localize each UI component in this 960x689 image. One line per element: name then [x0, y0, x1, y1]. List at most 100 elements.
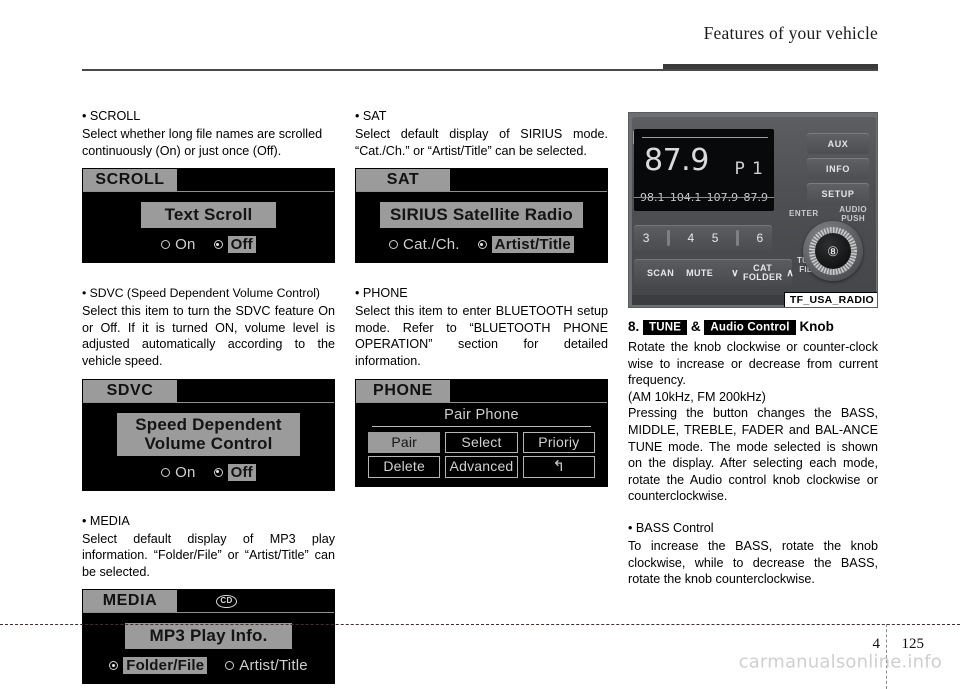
radio-dot-selected-icon	[109, 661, 119, 671]
media-options: Folder/File Artist/Title	[107, 657, 310, 675]
radio-setup-button[interactable]: SETUP	[807, 183, 869, 204]
mp3-play-info-button[interactable]: MP3 Play Info.	[125, 623, 292, 650]
sat-option-artist-title[interactable]: Artist/Title	[476, 236, 576, 254]
phone-advanced-button[interactable]: Advanced	[445, 455, 518, 478]
column-right: 87.9 P 1 98.1 104.1 107.9 87.9 AUX INFO …	[628, 112, 878, 588]
page-header: Features of your vehicle	[0, 0, 960, 78]
scroll-option-off-label: Off	[227, 236, 256, 254]
sdvc-button[interactable]: Speed Dependent Volume Control	[117, 412, 300, 456]
chevron-down-icon[interactable]: ∨	[731, 268, 739, 279]
media-screen-topbar: MEDIA CD	[83, 590, 334, 614]
radio-push-label: PUSH	[841, 213, 866, 223]
figure-caption: TF_USA_RADIO	[783, 292, 877, 307]
phone-screen-topbar-rest	[450, 379, 607, 402]
radio-tune-audio-knob[interactable]: ⑧	[803, 221, 863, 281]
page-number: 125	[901, 636, 925, 652]
radio-preset-button-6[interactable]: 6	[756, 231, 763, 245]
phone-priority-button[interactable]: Prioriy	[522, 431, 595, 453]
radio-audio-push-label: AUDIO PUSH	[839, 205, 867, 223]
phone-screen-topbar: PHONE	[356, 379, 607, 403]
media-option-artist-title[interactable]: Artist/Title	[223, 657, 310, 674]
display-top-rule	[642, 137, 768, 138]
media-screen: MEDIA CD MP3 Play Info. Folder/File Arti…	[82, 589, 335, 685]
sat-options: Cat./Ch. Artist/Title	[387, 236, 576, 254]
sdvc-screen: SDVC Speed Dependent Volume Control On O…	[82, 378, 335, 491]
chapter-number: 4	[872, 636, 881, 652]
scroll-body: Select whether long file names are scrol…	[82, 127, 323, 158]
phone-button-grid: Pair Select Prioriy Delete Advanced ↰	[356, 431, 607, 478]
scroll-option-on-label: On	[175, 236, 196, 254]
radio-preset-button-3[interactable]: 3	[643, 231, 650, 245]
sdvc-option-on-label: On	[175, 463, 196, 481]
radio-preset-button-5[interactable]: 5	[712, 231, 719, 245]
text-scroll-button[interactable]: Text Scroll	[140, 202, 277, 229]
sdvc-option-on[interactable]: On	[159, 464, 197, 481]
phone-body: Select this item to enter BLUETOOTH setu…	[355, 304, 608, 368]
section-8-para-2: (AM 10kHz, FM 200kHz)	[628, 389, 766, 404]
phone-delete-button[interactable]: Delete	[368, 455, 441, 478]
button-separator	[666, 230, 670, 246]
sat-screen-body: SIRIUS Satellite Radio Cat./Ch. Artist/T…	[356, 192, 607, 262]
sdvc-option-off-label: Off	[227, 463, 256, 481]
audio-control-badge: Audio Control	[704, 319, 796, 335]
sirius-satellite-radio-button[interactable]: SIRIUS Satellite Radio	[380, 202, 583, 229]
pair-phone-title: Pair Phone	[444, 406, 519, 423]
sat-screen-topbar: SAT	[356, 169, 607, 193]
radio-dot-icon	[225, 661, 235, 671]
radio-dot-selected-icon	[213, 240, 223, 250]
phone-select-button[interactable]: Select	[445, 431, 518, 453]
radio-preset-button-4[interactable]: 4	[688, 231, 695, 245]
scroll-screen-topbar-rest	[177, 169, 334, 192]
sat-option-artist-title-label: Artist/Title	[491, 236, 574, 254]
media-option-folder-file-label: Folder/File	[123, 657, 208, 675]
radio-cat-folder-control[interactable]: ∨ CAT FOLDER ∧	[731, 263, 794, 283]
bass-control-body: To increase the BASS, rotate the knob cl…	[628, 538, 878, 587]
media-heading: • MEDIA	[82, 513, 130, 528]
sdvc-screen-topbar-rest	[177, 379, 334, 402]
scroll-option-on[interactable]: On	[159, 236, 197, 253]
radio-scan-button[interactable]: SCAN	[647, 268, 674, 278]
button-separator	[735, 230, 739, 246]
scroll-screen-tab: SCROLL	[83, 169, 177, 192]
radio-mute-button[interactable]: MUTE	[686, 268, 713, 278]
phone-back-button[interactable]: ↰	[522, 455, 595, 478]
scroll-option-off[interactable]: Off	[212, 236, 258, 254]
footer-divider	[0, 624, 960, 625]
radio-dot-selected-icon	[477, 240, 487, 250]
phone-screen-tab: PHONE	[356, 379, 450, 402]
radio-bottom-button-row: SCAN MUTE ∨ CAT FOLDER ∧	[634, 259, 794, 287]
site-watermark: carmanualsonline.info	[738, 651, 942, 673]
page-title: Features of your vehicle	[703, 23, 878, 43]
knob-center[interactable]: ⑧	[815, 233, 851, 269]
display-preset-indicator: P 1	[734, 159, 764, 179]
phone-pair-button[interactable]: Pair	[368, 431, 441, 453]
sdvc-button-line2: Volume Control	[144, 433, 273, 453]
phone-heading: • PHONE	[355, 286, 408, 301]
display-bottom-rule	[634, 197, 774, 198]
radio-folder-label: FOLDER	[742, 272, 783, 282]
radio-preset-button-row: 3 4 5 6	[634, 225, 772, 251]
bass-control-heading: • BASS Control	[628, 520, 714, 535]
ampersand: &	[690, 319, 701, 334]
section-number: 8.	[628, 319, 640, 334]
radio-aux-button[interactable]: AUX	[807, 133, 869, 154]
section-8-heading: 8. TUNE & Audio Control Knob	[628, 317, 878, 338]
tune-badge: TUNE	[643, 319, 688, 335]
sdvc-options: On Off	[159, 463, 258, 481]
sat-screen: SAT SIRIUS Satellite Radio Cat./Ch. Arti…	[355, 168, 608, 264]
scroll-screen: SCROLL Text Scroll On Off	[82, 168, 335, 264]
scroll-options: On Off	[159, 236, 258, 254]
media-option-artist-title-label: Artist/Title	[239, 657, 308, 675]
sdvc-screen-body: Speed Dependent Volume Control On Off	[83, 403, 334, 490]
sat-option-cat-ch[interactable]: Cat./Ch.	[387, 236, 462, 253]
sdvc-body: Select this item to turn the SDVC featur…	[82, 304, 335, 368]
sdvc-option-off[interactable]: Off	[212, 463, 258, 481]
radio-enter-label: ENTER	[789, 209, 819, 218]
radio-info-button[interactable]: INFO	[807, 158, 869, 179]
radio-dot-icon	[161, 240, 171, 250]
section-8-para-1: Rotate the knob clockwise or counter-clo…	[628, 340, 878, 388]
phone-screen: PHONE Pair Phone Pair Select Prioriy Del…	[355, 378, 608, 487]
media-option-folder-file[interactable]: Folder/File	[107, 657, 209, 675]
chevron-up-icon[interactable]: ∧	[786, 268, 794, 279]
scroll-screen-body: Text Scroll On Off	[83, 192, 334, 262]
